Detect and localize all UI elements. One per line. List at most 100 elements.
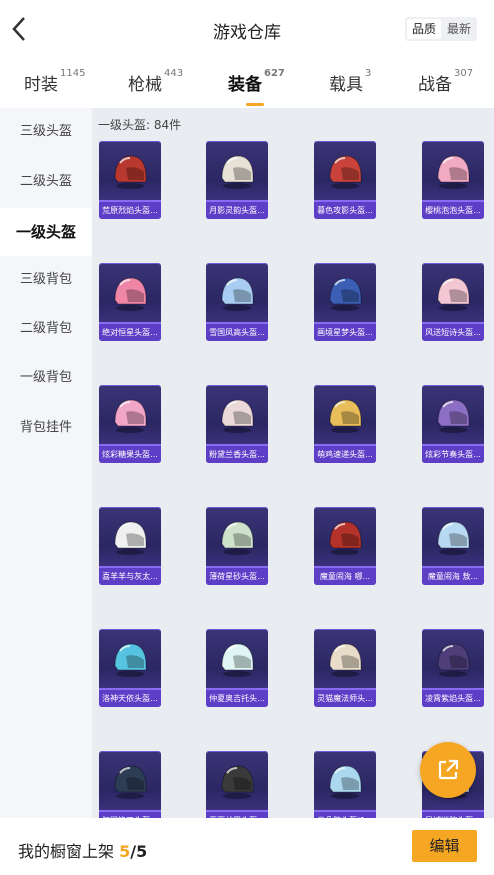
tab-label: 装备 xyxy=(228,75,262,95)
helmet-item-card[interactable]: 洛神天依头盔... xyxy=(99,629,161,707)
helmet-item-card[interactable]: 魔童闹海 敖... xyxy=(422,507,484,585)
helmet-icon xyxy=(114,399,147,433)
helmet-item-name: 暮色攻影头盔... xyxy=(314,202,376,219)
helmet-icon xyxy=(329,643,362,677)
helmet-icon xyxy=(437,521,470,555)
sidebar-item-level2-backpack[interactable]: 二级背包 xyxy=(0,305,92,353)
tab-count: 443 xyxy=(164,68,184,79)
sidebar-item-level3-backpack[interactable]: 三级背包 xyxy=(0,256,92,304)
helmet-icon xyxy=(437,155,470,189)
share-external-icon xyxy=(438,759,459,780)
helmet-item-card[interactable]: 炫彩糖果头盔... xyxy=(99,385,161,463)
helmet-icon xyxy=(114,521,147,555)
helmet-item-card[interactable]: 月影灵韵头盔... xyxy=(206,141,268,219)
helmet-item-card[interactable]: 荒原烈焰头盔... xyxy=(99,141,161,219)
helmet-item-name: 凌霄紫焰头盔... xyxy=(422,690,484,707)
helmet-item-name: 萌鸡速递头盔... xyxy=(314,446,376,463)
tab-count: 627 xyxy=(264,68,285,79)
helmet-item-card[interactable]: 雪国凤高头盔... xyxy=(206,263,268,341)
showcase-current-count: 5 xyxy=(119,842,131,861)
helmet-icon xyxy=(114,277,147,311)
helmet-icon xyxy=(114,765,147,799)
helmet-icon xyxy=(221,521,254,555)
helmet-icon xyxy=(114,155,147,189)
helmet-item-card[interactable]: 凌霄紫焰头盔... xyxy=(422,629,484,707)
helmet-item-name: 雪国凤高头盔... xyxy=(206,324,268,341)
tab-label: 时装 xyxy=(24,75,58,95)
tab-label: 载具 xyxy=(329,75,363,95)
tab-equipment[interactable]: 装备627 xyxy=(228,68,285,106)
sidebar-item-backpack-charm[interactable]: 背包挂件 xyxy=(0,404,92,452)
tab-count: 307 xyxy=(454,68,474,79)
showcase-footer: 我的橱窗上架 5/5 编辑 xyxy=(0,818,494,875)
active-tab-underline xyxy=(246,103,264,106)
helmet-item-name: 洛神天依头盔... xyxy=(99,690,161,707)
tab-count: 3 xyxy=(365,68,372,79)
helmet-icon xyxy=(437,399,470,433)
helmet-item-card[interactable]: 樱桃泡泡头盔... xyxy=(422,141,484,219)
helmet-item-name: 粉黛兰香头盔... xyxy=(206,446,268,463)
helmet-icon xyxy=(221,277,254,311)
item-count-label: 一级头盔: 84件 xyxy=(98,118,182,132)
tab-vehicles[interactable]: 载具3 xyxy=(329,68,372,95)
helmet-item-card[interactable]: 薄荷星砂头盔... xyxy=(206,507,268,585)
helmet-item-card[interactable]: 绝对恒星头盔... xyxy=(99,263,161,341)
helmet-item-card[interactable]: 粉黛兰香头盔... xyxy=(206,385,268,463)
helmet-item-name: 画境星梦头盔... xyxy=(314,324,376,341)
helmet-icon xyxy=(437,643,470,677)
helmet-icon xyxy=(329,155,362,189)
helmet-item-name: 喜羊羊与灰太... xyxy=(99,568,161,585)
edit-button[interactable]: 编辑 xyxy=(412,830,477,862)
showcase-status: 我的橱窗上架 5/5 xyxy=(18,838,147,862)
helmet-item-card[interactable]: 风送短诗头盔... xyxy=(422,263,484,341)
sidebar: 三级头盔 二级头盔 一级头盔 三级背包 二级背包 一级背包 背包挂件 xyxy=(0,108,92,818)
share-button[interactable] xyxy=(420,742,476,798)
helmet-item-card[interactable]: 暮色攻影头盔... xyxy=(314,141,376,219)
helmet-icon xyxy=(221,765,254,799)
category-tabs: 时装1145 枪械443 装备627 载具3 战备307 xyxy=(0,62,494,106)
top-bar: 游戏仓库 品质 最新 xyxy=(0,0,494,60)
sort-latest-button[interactable]: 最新 xyxy=(441,17,477,41)
helmet-item-card[interactable]: 魔童闹海 哪... xyxy=(314,507,376,585)
helmet-item-name: 荒原烈焰头盔... xyxy=(99,202,161,219)
helmet-item-card[interactable]: 仲夏奥吉托头... xyxy=(206,629,268,707)
sidebar-item-level1-backpack[interactable]: 一级背包 xyxy=(0,354,92,402)
tab-label: 枪械 xyxy=(128,75,162,95)
tab-count: 1145 xyxy=(60,68,86,79)
helmet-item-card[interactable]: 炫彩节奏头盔... xyxy=(422,385,484,463)
helmet-item-name: 绝对恒星头盔... xyxy=(99,324,161,341)
helmet-icon xyxy=(437,277,470,311)
helmet-item-card[interactable]: 无面战甲头盔... xyxy=(206,751,268,818)
sort-quality-button[interactable]: 品质 xyxy=(407,19,441,39)
sidebar-item-level2-helmet[interactable]: 二级头盔 xyxy=(0,158,92,206)
helmet-item-card[interactable]: 灵猫魔法师头... xyxy=(314,629,376,707)
helmet-icon xyxy=(221,399,254,433)
helmet-item-name: 魔童闹海 敖... xyxy=(422,568,484,585)
tab-weapons[interactable]: 枪械443 xyxy=(128,68,184,95)
tab-label: 战备 xyxy=(418,75,452,95)
helmet-item-card[interactable]: 狂鲨锋刃头盔... xyxy=(99,751,161,818)
sidebar-item-level3-helmet[interactable]: 三级头盔 xyxy=(0,108,92,156)
sidebar-item-level1-helmet[interactable]: 一级头盔 xyxy=(0,208,92,256)
item-grid-panel: 一级头盔: 84件 荒原烈焰头盔... 月影灵韵头盔... 暮色攻影头盔... 樱桃泡… xyxy=(92,108,494,818)
helmet-item-card[interactable]: 云朵鹅头盔(1... xyxy=(314,751,376,818)
helmet-icon xyxy=(329,277,362,311)
helmet-item-card[interactable]: 画境星梦头盔... xyxy=(314,263,376,341)
helmet-item-name: 魔童闹海 哪... xyxy=(314,568,376,585)
helmet-item-card[interactable]: 喜羊羊与灰太... xyxy=(99,507,161,585)
helmet-icon xyxy=(329,521,362,555)
helmet-item-name: 风送短诗头盔... xyxy=(422,324,484,341)
helmet-item-card[interactable]: 萌鸡速递头盔... xyxy=(314,385,376,463)
helmet-item-name: 炫彩节奏头盔... xyxy=(422,446,484,463)
showcase-label: 我的橱窗上架 xyxy=(18,842,115,861)
helmet-item-name: 炫彩糖果头盔... xyxy=(99,446,161,463)
helmet-item-name: 灵猫魔法师头... xyxy=(314,690,376,707)
helmet-item-name: 仲夏奥吉托头... xyxy=(206,690,268,707)
tab-fashion[interactable]: 时装1145 xyxy=(24,68,86,95)
helmet-icon xyxy=(114,643,147,677)
sort-toggle: 品质 最新 xyxy=(405,17,477,41)
showcase-total-count: 5 xyxy=(136,842,148,861)
helmet-icon xyxy=(221,155,254,189)
tab-supplies[interactable]: 战备307 xyxy=(418,68,474,95)
helmet-item-name: 樱桃泡泡头盔... xyxy=(422,202,484,219)
